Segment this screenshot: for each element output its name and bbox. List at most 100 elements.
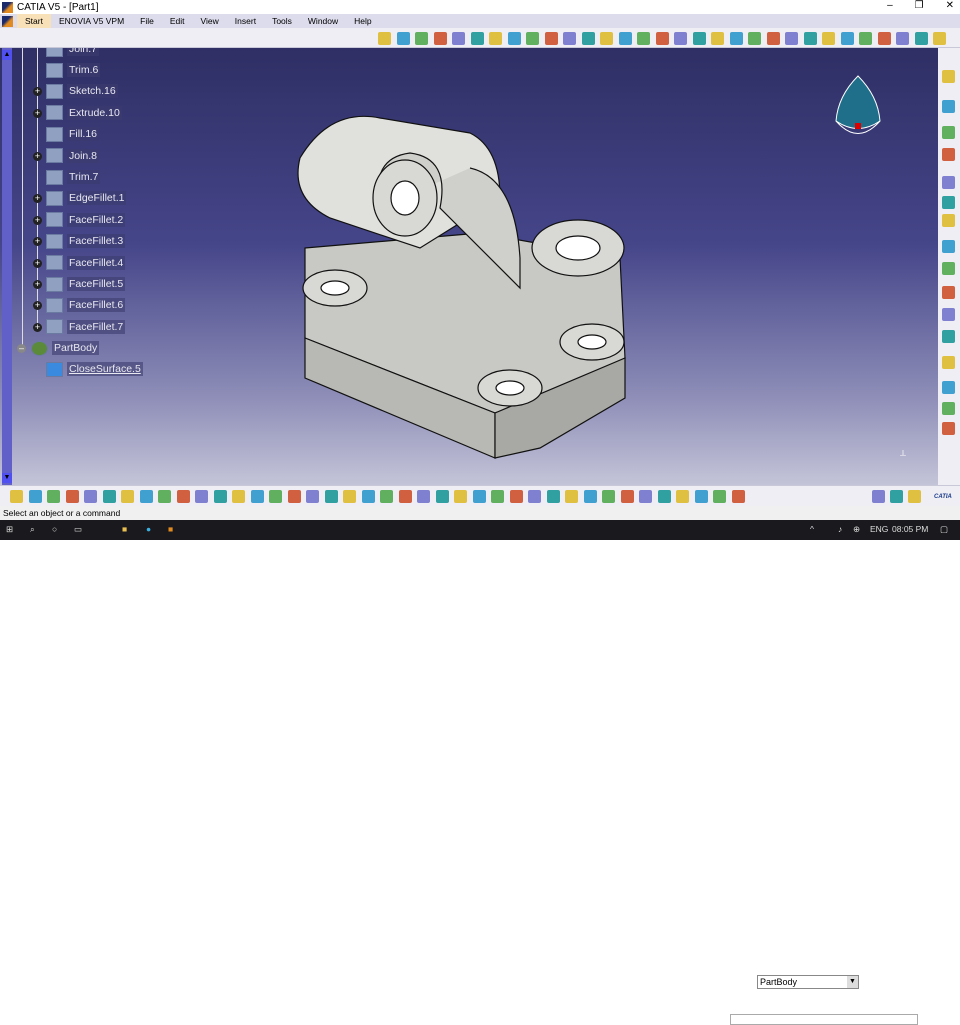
toolbar-tool-icon[interactable] <box>470 32 484 45</box>
toolbar-tool-icon[interactable] <box>398 490 412 503</box>
toolbar-tool-icon[interactable] <box>526 32 539 45</box>
tree-item[interactable]: FaceFillet.6 <box>46 297 126 313</box>
toolbar-tool-icon[interactable] <box>232 490 245 503</box>
notifications-icon[interactable]: ▢ <box>940 524 948 535</box>
volume-icon[interactable]: ♪ <box>838 524 842 534</box>
toolbar-tool-icon[interactable] <box>822 32 835 45</box>
expand-button[interactable]: + <box>33 258 42 268</box>
close-button[interactable]: ✕ <box>946 0 954 11</box>
expand-button[interactable]: + <box>33 108 42 118</box>
edge-icon[interactable]: ● <box>146 524 151 534</box>
toolbar-tool-icon[interactable] <box>942 196 955 209</box>
toolbar-tool-icon[interactable] <box>343 490 356 503</box>
menu-start[interactable]: Start <box>17 14 51 28</box>
toolbar-tool-icon[interactable] <box>711 32 724 45</box>
toolbar-tool-icon[interactable] <box>694 490 708 503</box>
toolbar-tool-icon[interactable] <box>324 490 338 503</box>
toolbar-tool-icon[interactable] <box>908 490 921 503</box>
toolbar-tool-icon[interactable] <box>713 490 726 503</box>
toolbar-tool-icon[interactable] <box>942 402 955 415</box>
toolbar-tool-icon[interactable] <box>250 490 264 503</box>
menu-view[interactable]: View <box>193 14 227 28</box>
tree-scrollbar[interactable]: ▲ ▼ <box>2 48 12 485</box>
toolbar-tool-icon[interactable] <box>731 490 745 503</box>
expand-button[interactable]: + <box>33 215 42 225</box>
toolbar-tool-icon[interactable] <box>454 490 467 503</box>
tree-item[interactable]: FaceFillet.5 <box>46 276 126 292</box>
toolbar-tool-icon[interactable] <box>509 490 523 503</box>
toolbar-tool-icon[interactable] <box>472 490 486 503</box>
toolbar-tool-icon[interactable] <box>433 32 447 45</box>
toolbar-tool-icon[interactable] <box>84 490 97 503</box>
toolbar-tool-icon[interactable] <box>896 32 909 45</box>
toolbar-tool-icon[interactable] <box>942 70 955 83</box>
toolbar-tool-icon[interactable] <box>942 126 955 139</box>
compass-icon[interactable] <box>828 66 888 156</box>
scroll-up-button[interactable]: ▲ <box>2 50 12 60</box>
toolbar-tool-icon[interactable] <box>766 32 780 45</box>
toolbar-tool-icon[interactable] <box>306 490 319 503</box>
toolbar-tool-icon[interactable] <box>890 490 903 503</box>
toolbar-tool-icon[interactable] <box>491 490 504 503</box>
toolbar-tool-icon[interactable] <box>139 490 153 503</box>
toolbar-tool-icon[interactable] <box>600 32 613 45</box>
task-view-icon[interactable]: ▭ <box>74 524 82 535</box>
toolbar-tool-icon[interactable] <box>380 490 393 503</box>
toolbar-tool-icon[interactable] <box>872 490 885 503</box>
toolbar-tool-icon[interactable] <box>361 490 375 503</box>
tree-item[interactable]: FaceFillet.7 <box>46 319 126 335</box>
toolbar-tool-icon[interactable] <box>942 356 955 369</box>
catia-taskbar-icon[interactable]: ■ <box>168 524 173 534</box>
command-input[interactable] <box>730 1014 918 1025</box>
network-icon[interactable]: ⊕ <box>853 524 860 535</box>
toolbar-tool-icon[interactable] <box>942 100 955 113</box>
toolbar-tool-icon[interactable] <box>933 32 946 45</box>
toolbar-tool-icon[interactable] <box>176 490 190 503</box>
current-body-select[interactable]: PartBody ▼ <box>757 975 859 989</box>
toolbar-tool-icon[interactable] <box>803 32 817 45</box>
toolbar-tool-icon[interactable] <box>639 490 652 503</box>
toolbar-tool-icon[interactable] <box>692 32 706 45</box>
toolbar-tool-icon[interactable] <box>942 286 955 299</box>
tree-item-partbody[interactable]: PartBody <box>31 340 100 356</box>
tree-item-closesurface[interactable]: CloseSurface.5 <box>46 361 143 377</box>
toolbar-tool-icon[interactable] <box>415 32 428 45</box>
expand-button[interactable]: + <box>33 151 42 161</box>
tree-item[interactable]: Extrude.10 <box>46 105 122 121</box>
toolbar-tool-icon[interactable] <box>657 490 671 503</box>
tree-item[interactable]: Fill.16 <box>46 126 100 142</box>
tree-item[interactable]: FaceFillet.2 <box>46 212 126 228</box>
3d-viewport[interactable]: ▲ ▼ Join.7 Trim.6 Sketch.16 + Extrude.10 + Fil… <box>0 48 938 485</box>
tree-item[interactable]: FaceFillet.4 <box>46 255 126 271</box>
toolbar-tool-icon[interactable] <box>546 490 560 503</box>
toolbar-tool-icon[interactable] <box>676 490 689 503</box>
menu-edit[interactable]: Edit <box>162 14 193 28</box>
toolbar-tool-icon[interactable] <box>729 32 743 45</box>
toolbar-tool-icon[interactable] <box>102 490 116 503</box>
toolbar-tool-icon[interactable] <box>602 490 615 503</box>
toolbar-tool-icon[interactable] <box>942 330 955 343</box>
toolbar-tool-icon[interactable] <box>620 490 634 503</box>
toolbar-tool-icon[interactable] <box>269 490 282 503</box>
toolbar-tool-icon[interactable] <box>121 490 134 503</box>
search-icon[interactable]: ⌕ <box>30 524 35 535</box>
windows-start-icon[interactable]: ⊞ <box>6 524 13 535</box>
toolbar-tool-icon[interactable] <box>785 32 798 45</box>
toolbar-tool-icon[interactable] <box>563 32 576 45</box>
cortana-icon[interactable]: ○ <box>52 524 57 534</box>
menu-tools[interactable]: Tools <box>264 14 300 28</box>
toolbar-tool-icon[interactable] <box>637 32 650 45</box>
toolbar-tool-icon[interactable] <box>674 32 687 45</box>
toolbar-tool-icon[interactable] <box>28 490 42 503</box>
toolbar-tool-icon[interactable] <box>942 176 955 189</box>
toolbar-tool-icon[interactable] <box>195 490 208 503</box>
tree-item[interactable]: FaceFillet.3 <box>46 233 126 249</box>
toolbar-tool-icon[interactable] <box>10 490 23 503</box>
toolbar-tool-icon[interactable] <box>47 490 60 503</box>
tree-item[interactable]: Trim.7 <box>46 169 101 185</box>
toolbar-tool-icon[interactable] <box>840 32 854 45</box>
toolbar-tool-icon[interactable] <box>65 490 79 503</box>
menu-window[interactable]: Window <box>300 14 346 28</box>
restore-button[interactable]: ❐ <box>915 0 924 11</box>
minimize-button[interactable]: – <box>887 0 893 11</box>
